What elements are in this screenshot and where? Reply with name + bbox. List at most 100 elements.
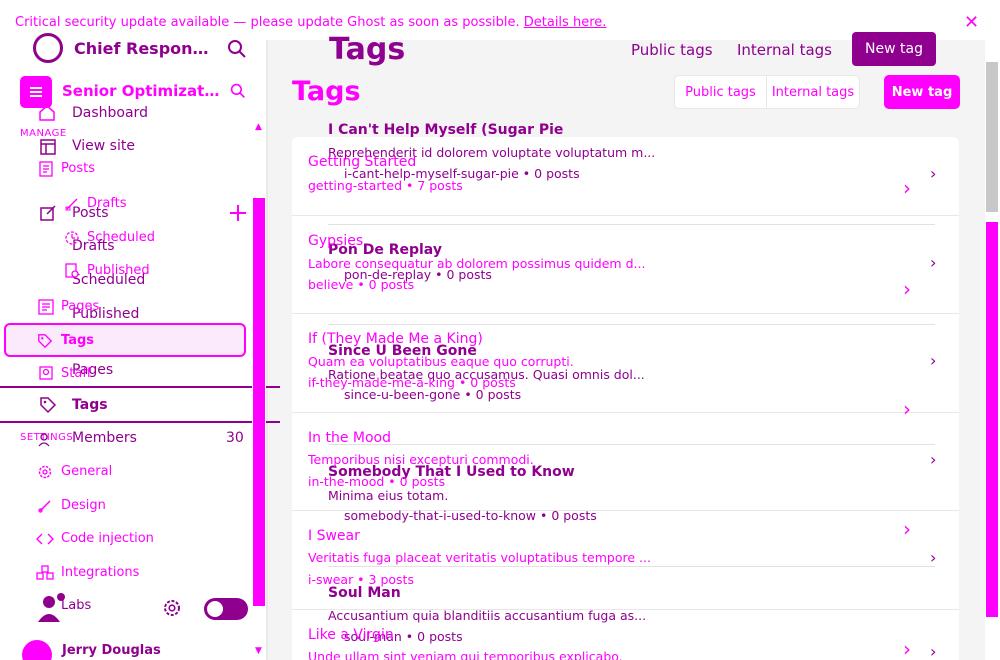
- tag-icon: [36, 332, 54, 350]
- nav-view-site[interactable]: View site: [72, 138, 135, 154]
- nav-integrations[interactable]: Integrations: [61, 565, 139, 580]
- view-site-icon: [38, 138, 58, 156]
- tag-name[interactable]: I Can't Help Myself (Sugar Pie: [328, 122, 563, 138]
- tag-meta: if-they-made-me-a-king • 0 posts: [308, 375, 516, 390]
- members-count: 30: [226, 430, 244, 446]
- nav-tags-back[interactable]: Tags: [72, 397, 108, 413]
- site-icon: [20, 76, 52, 108]
- tag-name[interactable]: Soul Man: [328, 585, 401, 601]
- tag-name[interactable]: Gypsies: [308, 233, 363, 249]
- tag-description: Labore consequatur ab dolorem possimus q…: [308, 256, 646, 271]
- banner-details-link[interactable]: Details here.: [524, 15, 607, 30]
- tag-meta: getting-started • 7 posts: [308, 178, 463, 193]
- row-divider: [328, 324, 935, 325]
- row-divider: [328, 566, 935, 567]
- tag-meta: i-swear • 3 posts: [308, 572, 414, 587]
- banner-text: Critical security update available — ple…: [15, 15, 520, 30]
- chevron-right-icon: ›: [903, 517, 911, 541]
- chevron-right-icon: ›: [903, 277, 911, 301]
- new-tag-button[interactable]: New tag: [884, 75, 960, 109]
- tag-name[interactable]: Like a Virgin: [308, 627, 394, 643]
- tag-meta: somebody-that-i-used-to-know • 0 posts: [344, 508, 597, 523]
- tag-name[interactable]: Getting Started: [308, 154, 416, 170]
- row-divider: [328, 444, 935, 445]
- site-title[interactable]: Senior Optimizatio...: [62, 82, 220, 100]
- public-tags-tab-back[interactable]: Public tags: [631, 41, 713, 59]
- search-icon[interactable]: [226, 38, 248, 60]
- public-tags-tab[interactable]: Public tags: [675, 76, 766, 108]
- chevron-right-icon: ›: [930, 642, 937, 660]
- nav-tags[interactable]: Tags: [61, 333, 94, 348]
- user-name[interactable]: Jerry Douglas: [62, 643, 161, 658]
- nav-members[interactable]: Members: [72, 430, 137, 446]
- staff-icon: [37, 364, 55, 382]
- close-icon[interactable]: ✕: [964, 14, 979, 32]
- scroll-up-arrow[interactable]: ▲: [255, 122, 262, 132]
- nav-dashboard[interactable]: Dashboard: [72, 105, 148, 121]
- internal-tags-tab-back[interactable]: Internal tags: [737, 41, 832, 59]
- nav-design[interactable]: Design: [61, 498, 106, 513]
- search-icon[interactable]: [229, 82, 247, 100]
- chevron-right-icon: ›: [930, 351, 937, 370]
- integrations-icon: [35, 564, 55, 582]
- tag-description: Temporibus nisi excepturi commodi.: [308, 452, 534, 467]
- nav-published[interactable]: Published: [87, 263, 150, 278]
- tag-description: Veritatis fuga placeat veritatis volupta…: [308, 550, 651, 565]
- dark-mode-toggle[interactable]: [204, 598, 248, 620]
- chevron-right-icon: ›: [903, 637, 911, 660]
- chevron-right-icon: ›: [930, 164, 937, 183]
- drafts-icon: [63, 195, 81, 213]
- nav-general[interactable]: General: [61, 464, 112, 479]
- design-brush-icon: [36, 497, 54, 515]
- scroll-down-arrow[interactable]: ▼: [255, 646, 262, 656]
- members-icon: [37, 430, 55, 448]
- chevron-right-icon: ›: [930, 450, 937, 469]
- chevron-right-icon: ›: [903, 176, 911, 200]
- nav-posts[interactable]: Posts: [61, 161, 95, 176]
- tag-type-switcher: Public tags Internal tags: [674, 75, 860, 109]
- pages-icon: [37, 298, 55, 316]
- nav-labs[interactable]: Labs: [61, 598, 91, 613]
- tag-name[interactable]: In the Mood: [308, 430, 391, 446]
- posts-icon: [37, 160, 55, 178]
- sidebar-divider: [266, 40, 268, 660]
- chevron-right-icon: ›: [930, 548, 937, 567]
- row-divider: [292, 412, 959, 413]
- add-post-icon[interactable]: [228, 203, 248, 223]
- nav-staff[interactable]: Staff: [61, 366, 91, 381]
- page-title-back: Tags: [329, 32, 406, 67]
- nav-pages[interactable]: Pages: [61, 299, 99, 314]
- row-divider: [328, 224, 935, 225]
- manage-section-label: MANAGE: [20, 128, 67, 139]
- code-icon: [35, 530, 55, 548]
- nav-drafts[interactable]: Drafts: [87, 196, 127, 211]
- tag-description: Quam ea voluptatibus eaque quo corrupti.: [308, 354, 574, 369]
- tag-name[interactable]: I Swear: [308, 528, 360, 544]
- scheduled-clock-icon: [63, 229, 81, 247]
- settings-gear-icon[interactable]: [161, 597, 183, 619]
- chevron-right-icon: ›: [930, 253, 937, 272]
- nav-code-injection[interactable]: Code injection: [61, 531, 154, 546]
- sidebar-scroll-thumb[interactable]: [253, 198, 265, 606]
- chevron-right-icon: ›: [903, 397, 911, 421]
- page-title: Tags: [292, 76, 361, 107]
- internal-tags-tab[interactable]: Internal tags: [767, 76, 859, 108]
- row-divider: [292, 313, 959, 314]
- tag-icon: [38, 396, 58, 414]
- site-logo: [33, 33, 63, 63]
- published-icon: [63, 262, 81, 280]
- site-title-back[interactable]: Chief Response ...: [74, 39, 209, 58]
- new-tag-button-back[interactable]: New tag: [852, 32, 936, 66]
- nav-scheduled[interactable]: Scheduled: [87, 230, 155, 245]
- page-scroll-thumb[interactable]: [986, 62, 998, 212]
- page-scroll-thumb-overlay[interactable]: [986, 222, 998, 617]
- tag-description: Minima eius totam.: [328, 488, 449, 503]
- tag-name[interactable]: If (They Made Me a King): [308, 331, 483, 347]
- tag-description: Unde ullam sint veniam qui temporibus ex…: [308, 649, 623, 660]
- tag-meta: believe • 0 posts: [308, 277, 415, 292]
- tag-description: Accusantium quia blanditiis accusantium …: [328, 608, 647, 623]
- tag-meta: in-the-mood • 0 posts: [308, 474, 446, 489]
- security-banner: Critical security update available — ple…: [0, 0, 1000, 40]
- posts-edit-icon: [38, 204, 58, 222]
- row-divider: [292, 215, 959, 216]
